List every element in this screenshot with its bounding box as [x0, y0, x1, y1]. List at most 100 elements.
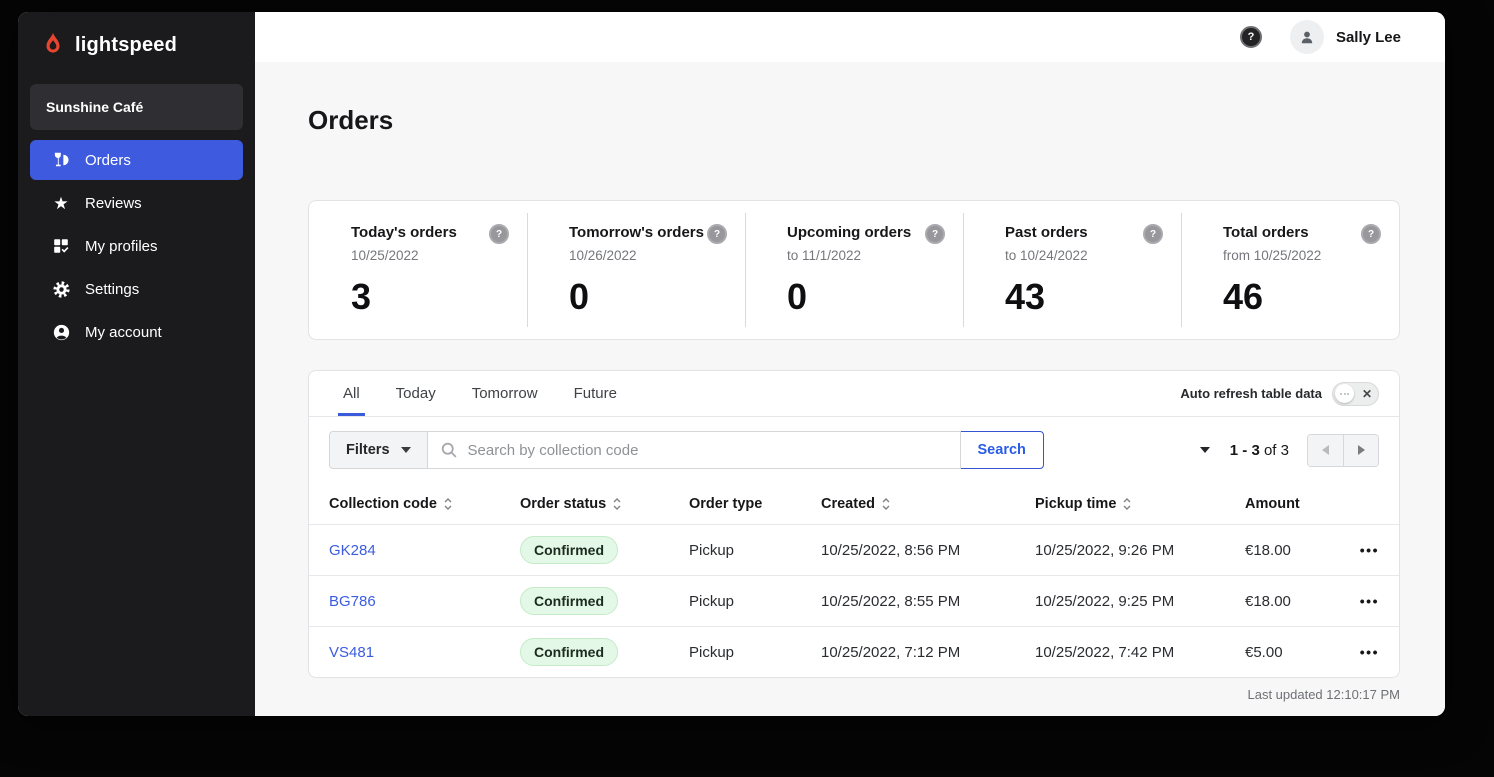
- auto-refresh-control: Auto refresh table data ✕: [1180, 381, 1379, 406]
- column-created[interactable]: Created: [821, 496, 1035, 512]
- toggle-off-x-icon: ✕: [1361, 386, 1372, 401]
- sidebar-item-label: My account: [85, 323, 162, 341]
- profiles-icon: [52, 237, 70, 255]
- column-amount: Amount: [1245, 496, 1329, 512]
- tab-tomorrow[interactable]: Tomorrow: [458, 371, 552, 416]
- topbar: ? Sally Lee: [255, 12, 1445, 62]
- amount-cell: €5.00: [1245, 643, 1283, 661]
- pagination-total: of 3: [1263, 441, 1289, 459]
- help-icon[interactable]: ?: [925, 224, 945, 244]
- pagination-range: 1 - 3 of 3: [1230, 442, 1289, 459]
- collection-code-link[interactable]: BG786: [329, 593, 520, 610]
- stat-tomorrows-orders: Tomorrow's orders ? 10/26/2022 0: [527, 201, 745, 339]
- next-page-button[interactable]: [1343, 434, 1378, 466]
- stats-card: Today's orders ? 10/25/2022 3 Tomorrow's…: [308, 200, 1400, 340]
- stat-upcoming-orders: Upcoming orders ? to 11/1/2022 0: [745, 201, 963, 339]
- toggle-knob-icon: [1335, 384, 1354, 403]
- stat-sublabel: to 11/1/2022: [787, 248, 862, 263]
- stat-label: Total orders: [1223, 224, 1309, 241]
- created-cell: 10/25/2022, 7:12 PM: [821, 643, 961, 661]
- order-type-cell: Pickup: [689, 592, 735, 610]
- column-pickup-time[interactable]: Pickup time: [1035, 496, 1245, 512]
- help-icon[interactable]: ?: [1239, 26, 1262, 48]
- stat-value: 0: [787, 276, 808, 317]
- stat-label: Today's orders: [351, 224, 457, 241]
- lightspeed-logo: lightspeed: [18, 12, 255, 74]
- tab-future[interactable]: Future: [560, 371, 631, 416]
- page-title: Orders: [308, 105, 394, 135]
- status-badge: Confirmed: [520, 587, 618, 615]
- tab-today[interactable]: Today: [382, 371, 450, 416]
- created-cell: 10/25/2022, 8:55 PM: [821, 592, 961, 610]
- person-icon: [1301, 31, 1313, 44]
- filters-button[interactable]: Filters: [329, 431, 428, 469]
- help-icon[interactable]: ?: [1143, 224, 1163, 244]
- app-window: lightspeed Sunshine Café Orders ★ Review…: [18, 12, 1445, 716]
- order-type-cell: Pickup: [689, 643, 735, 661]
- help-icon[interactable]: ?: [489, 224, 509, 244]
- help-icon[interactable]: ?: [1361, 224, 1381, 244]
- sort-icon[interactable]: [1123, 497, 1131, 510]
- pagination-range-numbers: 1 - 3: [1229, 441, 1260, 459]
- column-label: Order type: [689, 495, 763, 512]
- row-actions-menu[interactable]: •••: [1329, 542, 1379, 558]
- sidebar-item-label: My profiles: [85, 237, 158, 255]
- main-area: ? Sally Lee Orders Today's orders ? 10/2…: [255, 12, 1445, 716]
- sidebar-item-my-profiles[interactable]: My profiles: [30, 226, 243, 266]
- help-icon[interactable]: ?: [707, 224, 727, 244]
- settings-icon: [52, 280, 70, 298]
- auto-refresh-toggle[interactable]: ✕: [1332, 381, 1379, 406]
- stat-todays-orders: Today's orders ? 10/25/2022 3: [309, 201, 527, 339]
- table-row: GK284 Confirmed Pickup 10/25/2022, 8:56 …: [309, 524, 1399, 575]
- user-menu[interactable]: Sally Lee: [1289, 20, 1401, 54]
- column-label: Pickup time: [1035, 495, 1117, 512]
- column-order-type: Order type: [689, 496, 821, 512]
- sort-icon[interactable]: [613, 497, 621, 510]
- stat-value: 0: [569, 276, 590, 317]
- table-row: BG786 Confirmed Pickup 10/25/2022, 8:55 …: [309, 575, 1399, 626]
- reviews-icon: ★: [53, 193, 69, 213]
- row-actions-menu[interactable]: •••: [1329, 593, 1379, 609]
- row-actions-menu[interactable]: •••: [1329, 644, 1379, 660]
- page-size-caret-icon[interactable]: [1199, 447, 1210, 453]
- page-content: Orders Today's orders ? 10/25/2022 3 Tom…: [255, 62, 1445, 702]
- arrow-left-icon: [1322, 445, 1329, 455]
- search-button[interactable]: Search: [959, 431, 1044, 469]
- created-cell: 10/25/2022, 8:56 PM: [821, 541, 961, 559]
- orders-table-card: All Today Tomorrow Future Auto refresh t…: [308, 370, 1400, 678]
- filter-row: Filters Search 1 - 3 of: [309, 417, 1399, 483]
- column-collection-code[interactable]: Collection code: [329, 496, 520, 512]
- column-order-status[interactable]: Order status: [520, 496, 689, 512]
- stat-sublabel: from 10/25/2022: [1223, 248, 1322, 263]
- status-badge: Confirmed: [520, 536, 618, 564]
- orders-icon: [52, 151, 70, 169]
- sort-icon[interactable]: [444, 497, 452, 510]
- collection-code-link[interactable]: GK284: [329, 542, 520, 559]
- pickup-time-cell: 10/25/2022, 9:26 PM: [1035, 541, 1175, 559]
- stat-past-orders: Past orders ? to 10/24/2022 43: [963, 201, 1181, 339]
- sidebar-item-orders[interactable]: Orders: [30, 140, 243, 180]
- stat-sublabel: 10/26/2022: [569, 248, 637, 263]
- prev-page-button[interactable]: [1308, 434, 1343, 466]
- collection-code-link[interactable]: VS481: [329, 644, 520, 661]
- sidebar-item-settings[interactable]: Settings: [30, 269, 243, 309]
- auto-refresh-label: Auto refresh table data: [1180, 386, 1322, 401]
- stat-label: Upcoming orders: [787, 224, 912, 241]
- stat-label: Tomorrow's orders: [569, 224, 704, 241]
- sidebar-item-reviews[interactable]: ★ Reviews: [30, 183, 243, 223]
- filters-button-label: Filters: [346, 442, 390, 458]
- sidebar-item-label: Settings: [85, 280, 140, 298]
- search-input[interactable]: [427, 431, 961, 469]
- business-name[interactable]: Sunshine Café: [30, 84, 243, 130]
- sort-icon[interactable]: [882, 497, 890, 510]
- tab-all[interactable]: All: [329, 371, 374, 416]
- last-updated-text: Last updated 12:10:17 PM: [1247, 687, 1400, 702]
- column-label: Created: [821, 495, 875, 512]
- pagination: 1 - 3 of 3: [1199, 433, 1379, 467]
- column-label: Collection code: [329, 495, 437, 512]
- order-type-cell: Pickup: [689, 541, 735, 559]
- stat-value: 3: [351, 276, 372, 317]
- sidebar-item-label: Reviews: [85, 194, 142, 212]
- sidebar-item-my-account[interactable]: My account: [30, 312, 243, 352]
- stat-value: 43: [1005, 276, 1046, 317]
